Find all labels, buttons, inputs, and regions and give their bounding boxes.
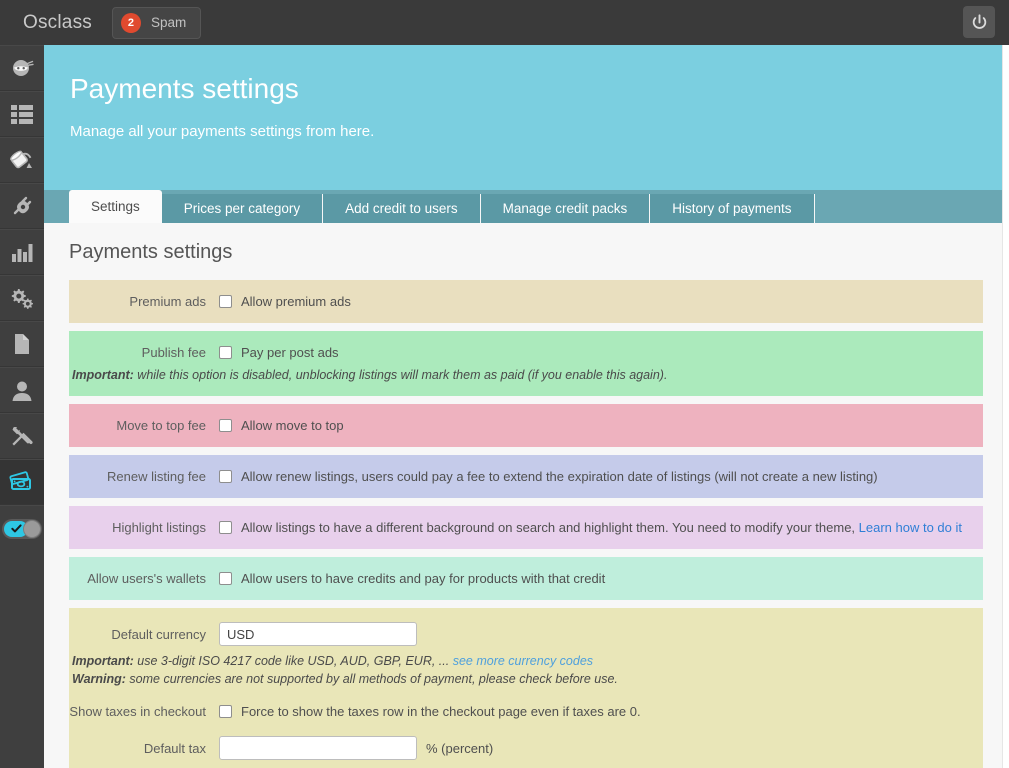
sidebar-item-appearance[interactable] xyxy=(0,137,44,183)
page-subtitle: Manage all your payments settings from h… xyxy=(70,123,375,140)
tab-prices-per-category[interactable]: Prices per category xyxy=(161,194,324,223)
brand-logo[interactable]: Osclass xyxy=(23,12,92,34)
tab-bar: Settings Prices per category Add credit … xyxy=(44,190,1002,223)
label-default-currency: Default currency xyxy=(111,626,206,642)
sidebar-item-pages[interactable] xyxy=(0,321,44,367)
ninja-icon xyxy=(13,60,34,76)
sidebar-item-plugins[interactable] xyxy=(0,183,44,229)
checkbox-premium-ads[interactable] xyxy=(219,295,232,308)
sidebar-item-dashboard[interactable] xyxy=(0,45,44,91)
section-title: Payments settings xyxy=(69,241,233,263)
sidebar-item-users[interactable] xyxy=(0,367,44,413)
sidebar-item-stats[interactable] xyxy=(0,229,44,275)
checkbox-highlight-listings[interactable] xyxy=(219,521,232,534)
label-publish-fee: Publish fee xyxy=(141,345,206,360)
note-text-publish-fee: while this option is disabled, unblockin… xyxy=(133,368,668,382)
row-highlight-listings: Highlight listings Allow listings to hav… xyxy=(69,506,983,549)
tab-add-credit-to-users[interactable]: Add credit to users xyxy=(323,194,481,223)
row-move-to-top-fee: Move to top fee Allow move to top xyxy=(69,404,983,447)
checkbox-label-show-taxes-in-checkout[interactable]: Force to show the taxes row in the check… xyxy=(241,704,641,719)
gears-icon xyxy=(11,289,33,309)
note-publish-fee: Important: while this option is disabled… xyxy=(69,368,983,382)
note-currency-warning: Warning: some currencies are not support… xyxy=(69,672,983,686)
checkbox-label-highlight-listings[interactable]: Allow listings to have a different backg… xyxy=(241,520,962,535)
sidebar xyxy=(0,45,44,768)
scroll-gutter[interactable] xyxy=(1002,45,1009,768)
checkbox-label-publish-fee[interactable]: Pay per post ads xyxy=(241,345,339,360)
default-currency-input[interactable] xyxy=(219,622,417,646)
bar-chart-icon xyxy=(12,244,33,262)
settings-body: Payments settings Premium ads Allow prem… xyxy=(44,223,1002,768)
tools-icon xyxy=(12,427,33,446)
note-strong-publish-fee: Important: xyxy=(72,368,134,382)
spam-button-label: Spam xyxy=(150,15,187,30)
checkbox-label-renew-listing-fee[interactable]: Allow renew listings, users could pay a … xyxy=(241,469,878,484)
content-area: Payments settings Manage all your paymen… xyxy=(44,45,1009,768)
paint-bucket-icon xyxy=(9,150,32,169)
row-publish-fee: Publish fee Pay per post ads Important: … xyxy=(69,331,983,396)
plug-icon xyxy=(13,196,32,215)
spam-count-badge: 2 xyxy=(120,12,141,33)
checkbox-renew-listing-fee[interactable] xyxy=(219,470,232,483)
power-button[interactable] xyxy=(963,6,995,38)
user-icon xyxy=(12,381,32,401)
checkbox-label-premium-ads[interactable]: Allow premium ads xyxy=(241,294,351,309)
label-renew-listing-fee: Renew listing fee xyxy=(107,469,206,484)
default-tax-input[interactable] xyxy=(219,736,417,760)
note-text-warning: some currencies are not supported by all… xyxy=(125,672,618,686)
note-currency-important: Important: use 3-digit ISO 4217 code lik… xyxy=(69,654,983,668)
checkbox-move-to-top-fee[interactable] xyxy=(219,419,232,432)
row-allow-users-wallets: Allow users's wallets Allow users to hav… xyxy=(69,557,983,600)
top-bar: Osclass 2 Spam xyxy=(0,0,1009,45)
row-premium-ads: Premium ads Allow premium ads xyxy=(69,280,983,323)
checkbox-publish-fee[interactable] xyxy=(219,346,232,359)
page-icon xyxy=(15,334,29,354)
tab-history-of-payments[interactable]: History of payments xyxy=(650,194,815,223)
page-header: Payments settings Manage all your paymen… xyxy=(44,45,1002,190)
sidebar-item-payments[interactable] xyxy=(0,459,44,505)
highlight-listings-text: Allow listings to have a different backg… xyxy=(241,520,859,535)
note-strong-important: Important: xyxy=(72,654,134,668)
sidebar-item-listings[interactable] xyxy=(0,91,44,137)
note-text-important: use 3-digit ISO 4217 code like USD, AUD,… xyxy=(133,654,453,668)
money-icon xyxy=(9,471,31,490)
power-icon xyxy=(972,13,986,29)
default-tax-suffix: % (percent) xyxy=(426,740,494,756)
check-icon xyxy=(10,524,22,533)
label-highlight-listings: Highlight listings xyxy=(112,520,206,535)
checkbox-allow-users-wallets[interactable] xyxy=(219,572,232,585)
page-title: Payments settings xyxy=(70,73,299,104)
sidebar-toggle-wrapper xyxy=(0,505,44,551)
see-more-currency-codes-link[interactable]: see more currency codes xyxy=(453,654,593,668)
checkbox-label-allow-users-wallets[interactable]: Allow users to have credits and pay for … xyxy=(241,571,605,586)
toggle-knob xyxy=(23,519,41,538)
label-show-taxes-in-checkout: Show taxes in checkout xyxy=(69,704,206,719)
list-icon xyxy=(11,105,33,124)
checkbox-show-taxes-in-checkout[interactable] xyxy=(219,705,232,718)
row-currency-taxes: Default currency Important: use 3-digit … xyxy=(69,608,983,768)
label-allow-users-wallets: Allow users's wallets xyxy=(87,571,206,586)
tab-manage-credit-packs[interactable]: Manage credit packs xyxy=(480,194,651,223)
spam-button[interactable]: 2 Spam xyxy=(111,6,202,39)
tab-settings[interactable]: Settings xyxy=(69,190,162,223)
label-premium-ads: Premium ads xyxy=(129,294,206,309)
sidebar-item-tools[interactable] xyxy=(0,413,44,459)
label-move-to-top-fee: Move to top fee xyxy=(116,418,206,433)
sidebar-collapse-toggle[interactable] xyxy=(2,518,42,539)
row-renew-listing-fee: Renew listing fee Allow renew listings, … xyxy=(69,455,983,498)
sidebar-item-settings[interactable] xyxy=(0,275,44,321)
learn-how-to-do-it-link[interactable]: Learn how to do it xyxy=(859,520,962,535)
note-strong-warning: Warning: xyxy=(72,672,126,686)
checkbox-label-move-to-top-fee[interactable]: Allow move to top xyxy=(241,418,344,433)
label-default-tax: Default tax xyxy=(143,740,206,756)
